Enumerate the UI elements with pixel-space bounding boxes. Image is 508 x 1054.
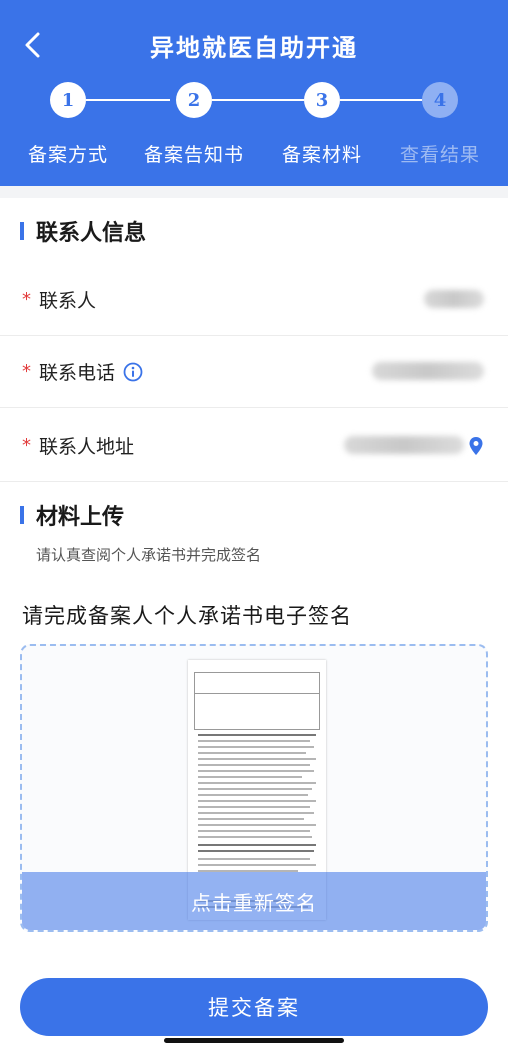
doc-table-header [194,672,320,694]
step-connector [340,99,422,101]
step-2-label: 备案告知书 [143,144,244,166]
contact-phone-row[interactable]: * 联系电话 [0,336,508,408]
info-icon[interactable] [123,362,143,382]
doc-text-line [198,844,316,846]
page-title: 异地就医自助开通 [150,34,358,62]
doc-text-line [198,818,304,820]
doc-text-line [198,788,312,790]
contact-address-value [344,436,464,454]
step-2-circle: 2 [176,82,212,118]
contact-phone-value [372,362,484,380]
location-pin-icon[interactable] [468,436,484,456]
required-mark: * [22,435,31,456]
step-3-circle: 3 [304,82,340,118]
required-mark: * [22,361,31,382]
doc-text-line [198,830,310,832]
home-indicator [164,1038,344,1043]
contact-section-title: 联系人信息 [20,216,146,246]
doc-text-line [198,740,310,742]
step-3-label: 备案材料 [281,144,362,166]
contact-phone-label-text: 联系电话 [39,362,116,384]
header: 异地就医自助开通 1 2 3 4 备案方式 备案告知书 备案材料 查看结果 [0,0,508,186]
contact-address-label-text: 联系人地址 [39,436,135,458]
step-1-label: 备案方式 [27,144,108,166]
step-4-circle: 4 [422,82,458,118]
doc-text-line [198,764,310,766]
step-connector [86,99,170,101]
contact-name-value [424,290,484,308]
contact-section-title-text: 联系人信息 [36,221,147,246]
contact-address-row[interactable]: * 联系人地址 [0,410,508,482]
contact-address-label: * 联系人地址 [22,432,134,459]
doc-text-line [198,864,316,866]
contact-name-label-text: 联系人 [39,290,97,312]
section-gap [0,186,508,198]
doc-text-line [198,812,314,814]
doc-text-line [198,806,310,808]
contact-phone-label: * 联系电话 [22,358,143,385]
doc-text-line [198,794,308,796]
material-hint: 请认真查阅个人承诺书并完成签名 [36,546,262,564]
doc-text-line [198,800,316,802]
contact-name-row[interactable]: * 联系人 [0,264,508,336]
step-connector [212,99,304,101]
doc-text-line [198,776,302,778]
material-section-title-text: 材料上传 [36,505,125,530]
resign-button[interactable]: 点击重新签名 [22,872,486,930]
doc-text-line [198,824,316,826]
doc-text-line [198,746,314,748]
step-1-circle: 1 [50,82,86,118]
signature-document-box[interactable]: 点击重新签名 [20,644,488,932]
signature-title: 请完成备案人个人承诺书电子签名 [22,604,352,628]
doc-text-line [198,836,312,838]
doc-table-body [194,694,320,730]
doc-text-line [198,850,314,852]
doc-text-line [198,858,310,860]
section-marker [20,506,24,524]
doc-text-line [198,782,316,784]
doc-text-line [198,770,314,772]
material-section-title: 材料上传 [20,500,124,530]
step-4-label: 查看结果 [399,144,480,166]
doc-text-line [198,758,316,760]
required-mark: * [22,289,31,310]
doc-text-line [198,734,316,736]
section-marker [20,222,24,240]
submit-button[interactable]: 提交备案 [20,978,488,1036]
contact-name-label: * 联系人 [22,286,96,313]
doc-text-line [198,752,306,754]
